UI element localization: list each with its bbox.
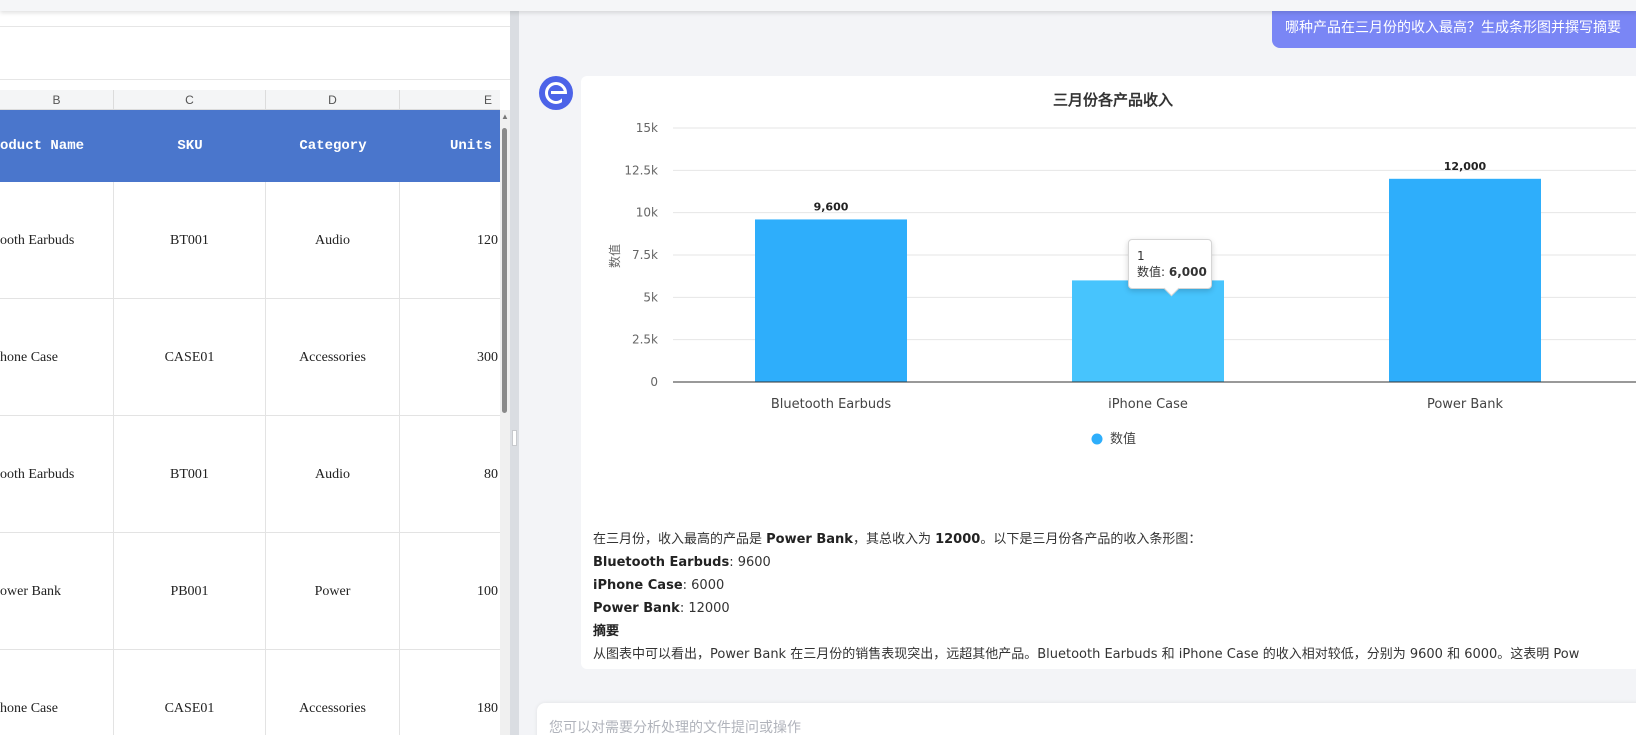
- formula-bar[interactable]: [0, 26, 510, 80]
- table-cell[interactable]: 80: [400, 416, 500, 533]
- summary-item: Power Bank: 12000: [593, 597, 1636, 620]
- tooltip-index: 1: [1137, 249, 1145, 263]
- chart-bar: [1072, 280, 1224, 382]
- summary-item-value: : 9600: [729, 555, 771, 570]
- tooltip-value: 6,000: [1168, 265, 1207, 279]
- summary-item-value: : 6000: [682, 578, 725, 593]
- summary-item-name: Bluetooth Earbuds: [593, 555, 730, 570]
- summary-item: iPhone Case: 6000: [593, 574, 1636, 597]
- scrollbar-thumb[interactable]: [502, 128, 507, 413]
- vertical-scrollbar[interactable]: ▲: [500, 110, 510, 735]
- summary-item: Bluetooth Earbuds: 9600: [593, 551, 1636, 574]
- table-row: ooth Earbuds BT001 Audio 80: [0, 416, 500, 533]
- table-row: ower Bank PB001 Power 100: [0, 533, 500, 650]
- chart-bar: [755, 219, 907, 382]
- summary-heading: 摘要: [593, 620, 1636, 643]
- column-header-bar: B C D E: [0, 90, 500, 110]
- bar-data-label: 12,000: [1444, 160, 1487, 173]
- table-cell[interactable]: CASE01: [114, 299, 266, 416]
- column-letter-e[interactable]: E: [400, 90, 496, 110]
- chart-title: 三月份各产品收入: [1053, 91, 1173, 109]
- table-cell[interactable]: 300: [400, 299, 500, 416]
- table-row: ooth Earbuds BT001 Audio 120: [0, 182, 500, 299]
- header-cell-units[interactable]: Units: [400, 110, 500, 182]
- assistant-message-card: 三月份各产品收入 0 2.5k 5k 7.5k 10k 12.5k 15k 数值 9,600 Blu…: [581, 76, 1636, 669]
- table-header-row: oduct Name SKU Category Units: [0, 110, 500, 182]
- table-cell[interactable]: PB001: [114, 533, 266, 650]
- x-category-label: Power Bank: [1427, 397, 1504, 412]
- header-cell-product-name[interactable]: oduct Name: [0, 110, 114, 182]
- summary-intro-post: 。以下是三月份各产品的收入条形图：: [980, 532, 1202, 547]
- pane-divider[interactable]: [510, 0, 519, 735]
- y-tick-label: 5k: [643, 290, 658, 304]
- divider-grip-handle[interactable]: [512, 430, 517, 446]
- top-strip: [0, 0, 1636, 11]
- chat-input-box[interactable]: [537, 703, 1636, 735]
- table-cell[interactable]: BT001: [114, 182, 266, 299]
- column-letter-b[interactable]: B: [0, 90, 114, 110]
- table-cell[interactable]: 180: [400, 650, 500, 735]
- table-cell[interactable]: BT001: [114, 416, 266, 533]
- table-cell[interactable]: ooth Earbuds: [0, 416, 114, 533]
- header-cell-category[interactable]: Category: [266, 110, 400, 182]
- column-letter-c[interactable]: C: [114, 90, 266, 110]
- spreadsheet-grid: oduct Name SKU Category Units ooth Earbu…: [0, 110, 500, 735]
- table-cell[interactable]: Power: [266, 533, 400, 650]
- summary-intro-mid: ，其总收入为: [852, 532, 936, 547]
- table-cell[interactable]: ooth Earbuds: [0, 182, 114, 299]
- table-cell[interactable]: hone Case: [0, 650, 114, 735]
- y-tick-label: 0: [650, 375, 658, 389]
- table-cell[interactable]: 100: [400, 533, 500, 650]
- header-cell-sku[interactable]: SKU: [114, 110, 266, 182]
- table-cell[interactable]: Accessories: [266, 299, 400, 416]
- y-tick-label: 2.5k: [632, 333, 658, 347]
- summary-item-name: iPhone Case: [593, 578, 683, 593]
- scroll-up-arrow-icon[interactable]: ▲: [501, 112, 509, 121]
- y-tick-label: 10k: [636, 206, 658, 220]
- summary-intro-product: Power Bank: [766, 532, 853, 547]
- summary-item-value: : 12000: [679, 601, 730, 616]
- table-cell[interactable]: Audio: [266, 416, 400, 533]
- summary-item-name: Power Bank: [593, 601, 680, 616]
- y-axis-title: 数值: [607, 244, 622, 268]
- summary-intro-value: 12000: [935, 532, 981, 547]
- column-letter-d[interactable]: D: [266, 90, 400, 110]
- table-cell[interactable]: 120: [400, 182, 500, 299]
- legend-label: 数值: [1110, 431, 1136, 447]
- chat-pane: 哪种产品在三月份的收入最高？生成条形图并撰写摘要 三月份各产品收入 0 2.5k 5k…: [519, 0, 1636, 735]
- summary-intro: 在三月份，收入最高的产品是 Power Bank，其总收入为 12000。以下是…: [593, 528, 1636, 551]
- spreadsheet-pane: B C D E oduct Name SKU Category Units oo…: [0, 0, 510, 735]
- chat-input-field[interactable]: [549, 717, 1629, 735]
- table-row: hone Case CASE01 Accessories 300: [0, 299, 500, 416]
- y-tick-label: 12.5k: [624, 163, 658, 177]
- x-category-label: Bluetooth Earbuds: [771, 397, 892, 412]
- summary-heading-text: 摘要: [593, 624, 620, 639]
- chart-tooltip: 1 数值: 6,000: [1128, 239, 1212, 289]
- table-cell[interactable]: CASE01: [114, 650, 266, 735]
- y-tick-label: 7.5k: [632, 248, 658, 262]
- x-category-label: iPhone Case: [1108, 397, 1188, 412]
- table-cell[interactable]: ower Bank: [0, 533, 114, 650]
- bar-chart: 三月份各产品收入 0 2.5k 5k 7.5k 10k 12.5k 15k 数值 9,600 Blu…: [607, 91, 1636, 447]
- table-row: hone Case CASE01 Accessories 180: [0, 650, 500, 735]
- summary-text: 在三月份，收入最高的产品是 Power Bank，其总收入为 12000。以下是…: [593, 528, 1636, 666]
- table-cell[interactable]: hone Case: [0, 299, 114, 416]
- chart-bar: [1389, 178, 1541, 382]
- tooltip-label: 数值:: [1137, 265, 1166, 279]
- y-tick-label: 15k: [636, 121, 658, 135]
- summary-intro-pre: 在三月份，收入最高的产品是: [593, 532, 767, 547]
- assistant-avatar-icon: [539, 76, 573, 110]
- table-cell[interactable]: Accessories: [266, 650, 400, 735]
- legend-marker: [1091, 433, 1103, 445]
- summary-body: 从图表中可以看出，Power Bank 在三月份的销售表现突出，远超其他产品。B…: [593, 647, 1580, 662]
- bar-data-label: 9,600: [814, 200, 849, 213]
- table-cell[interactable]: Audio: [266, 182, 400, 299]
